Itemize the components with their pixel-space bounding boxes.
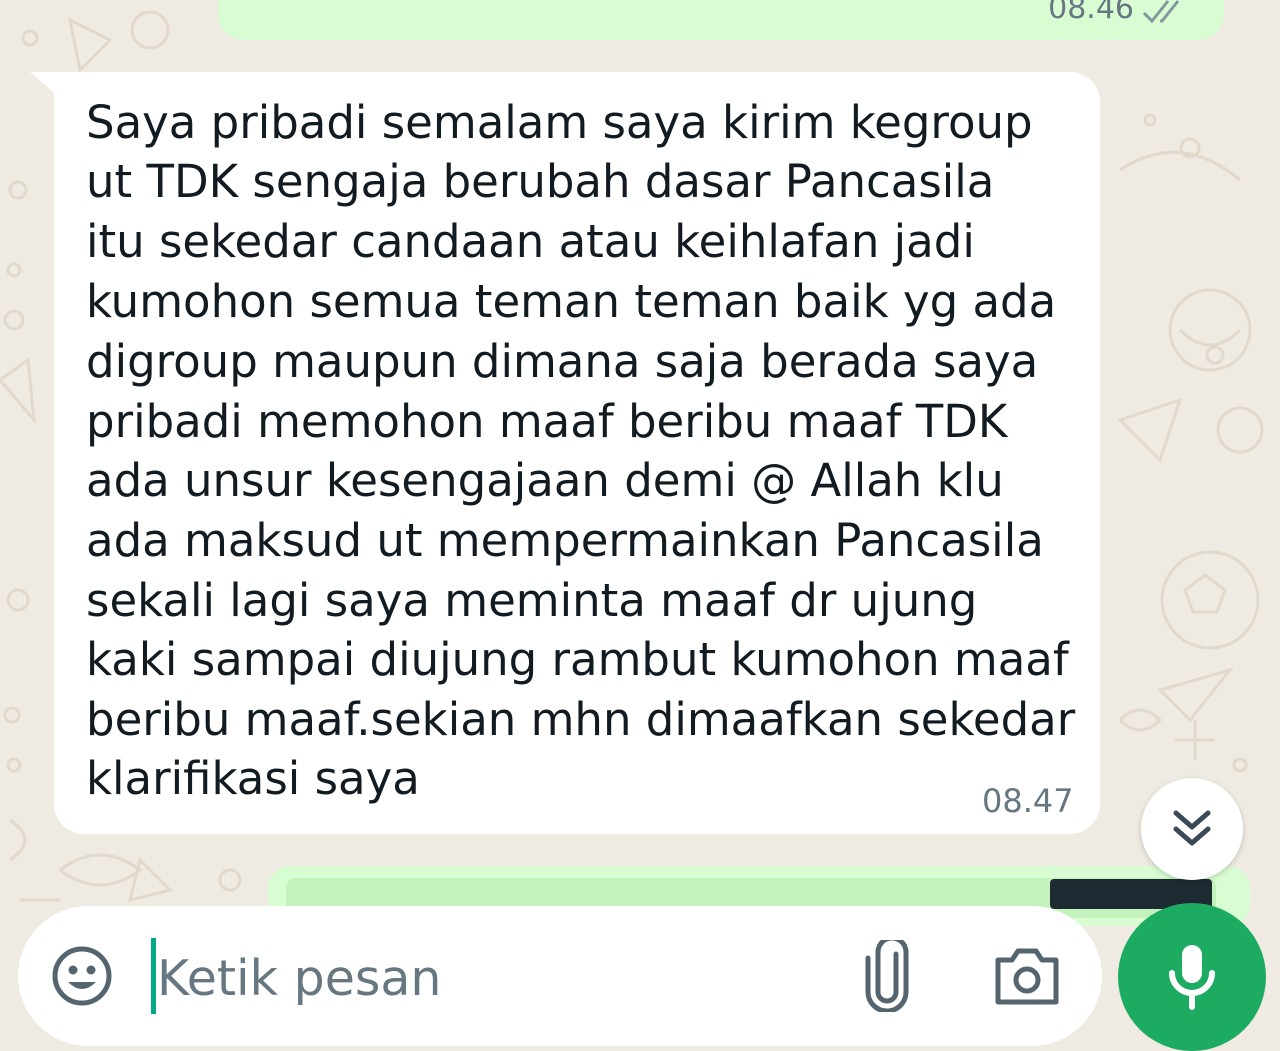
message-text-line: sekali lagi saya meminta maaf dr ujung: [86, 574, 978, 627]
message-timestamp: 08.46: [1048, 0, 1134, 26]
message-text-line: Saya pribadi semalam saya kirim kegroup: [86, 96, 1033, 149]
message-text-line: itu sekedar candaan atau keihlafan jadi: [86, 215, 975, 268]
double-chevron-down-icon: [1173, 810, 1211, 846]
message-timestamp: 08.47: [982, 782, 1074, 820]
message-text-line: ada maksud ut mempermainkan Pancasila: [86, 514, 1044, 567]
message-input[interactable]: [157, 946, 797, 1010]
outgoing-message-bubble[interactable]: 08.46: [218, 0, 1224, 40]
text-cursor: [151, 938, 156, 1014]
camera-icon[interactable]: [994, 946, 1060, 1006]
message-text-line: kumohon semua teman teman baik yg ada: [86, 275, 1057, 328]
message-text-line: kaki sampai diujung rambut kumohon maaf: [86, 633, 1069, 686]
message-text-line: pribadi memohon maaf beribu maaf TDK: [86, 395, 1008, 448]
double-check-read-icon: [1142, 0, 1180, 24]
message-text-line: beribu maaf.sekian mhn dimaafkan sekedar: [86, 693, 1076, 746]
message-text-line: digroup maupun dimana saja berada saya: [86, 335, 1039, 388]
message-text-line: ada unsur kesengajaan demi @ Allah klu: [86, 454, 1004, 507]
voice-record-button[interactable]: [1118, 903, 1266, 1051]
message-text-line: klarifikasi saya: [86, 752, 420, 805]
message-text-line: ut TDK sengaja berubah dasar Pancasila: [86, 155, 995, 208]
microphone-icon: [1169, 945, 1215, 1010]
scroll-to-bottom-button[interactable]: [1141, 778, 1243, 880]
paperclip-icon[interactable]: [862, 940, 912, 1012]
emoji-icon[interactable]: [50, 944, 114, 1008]
